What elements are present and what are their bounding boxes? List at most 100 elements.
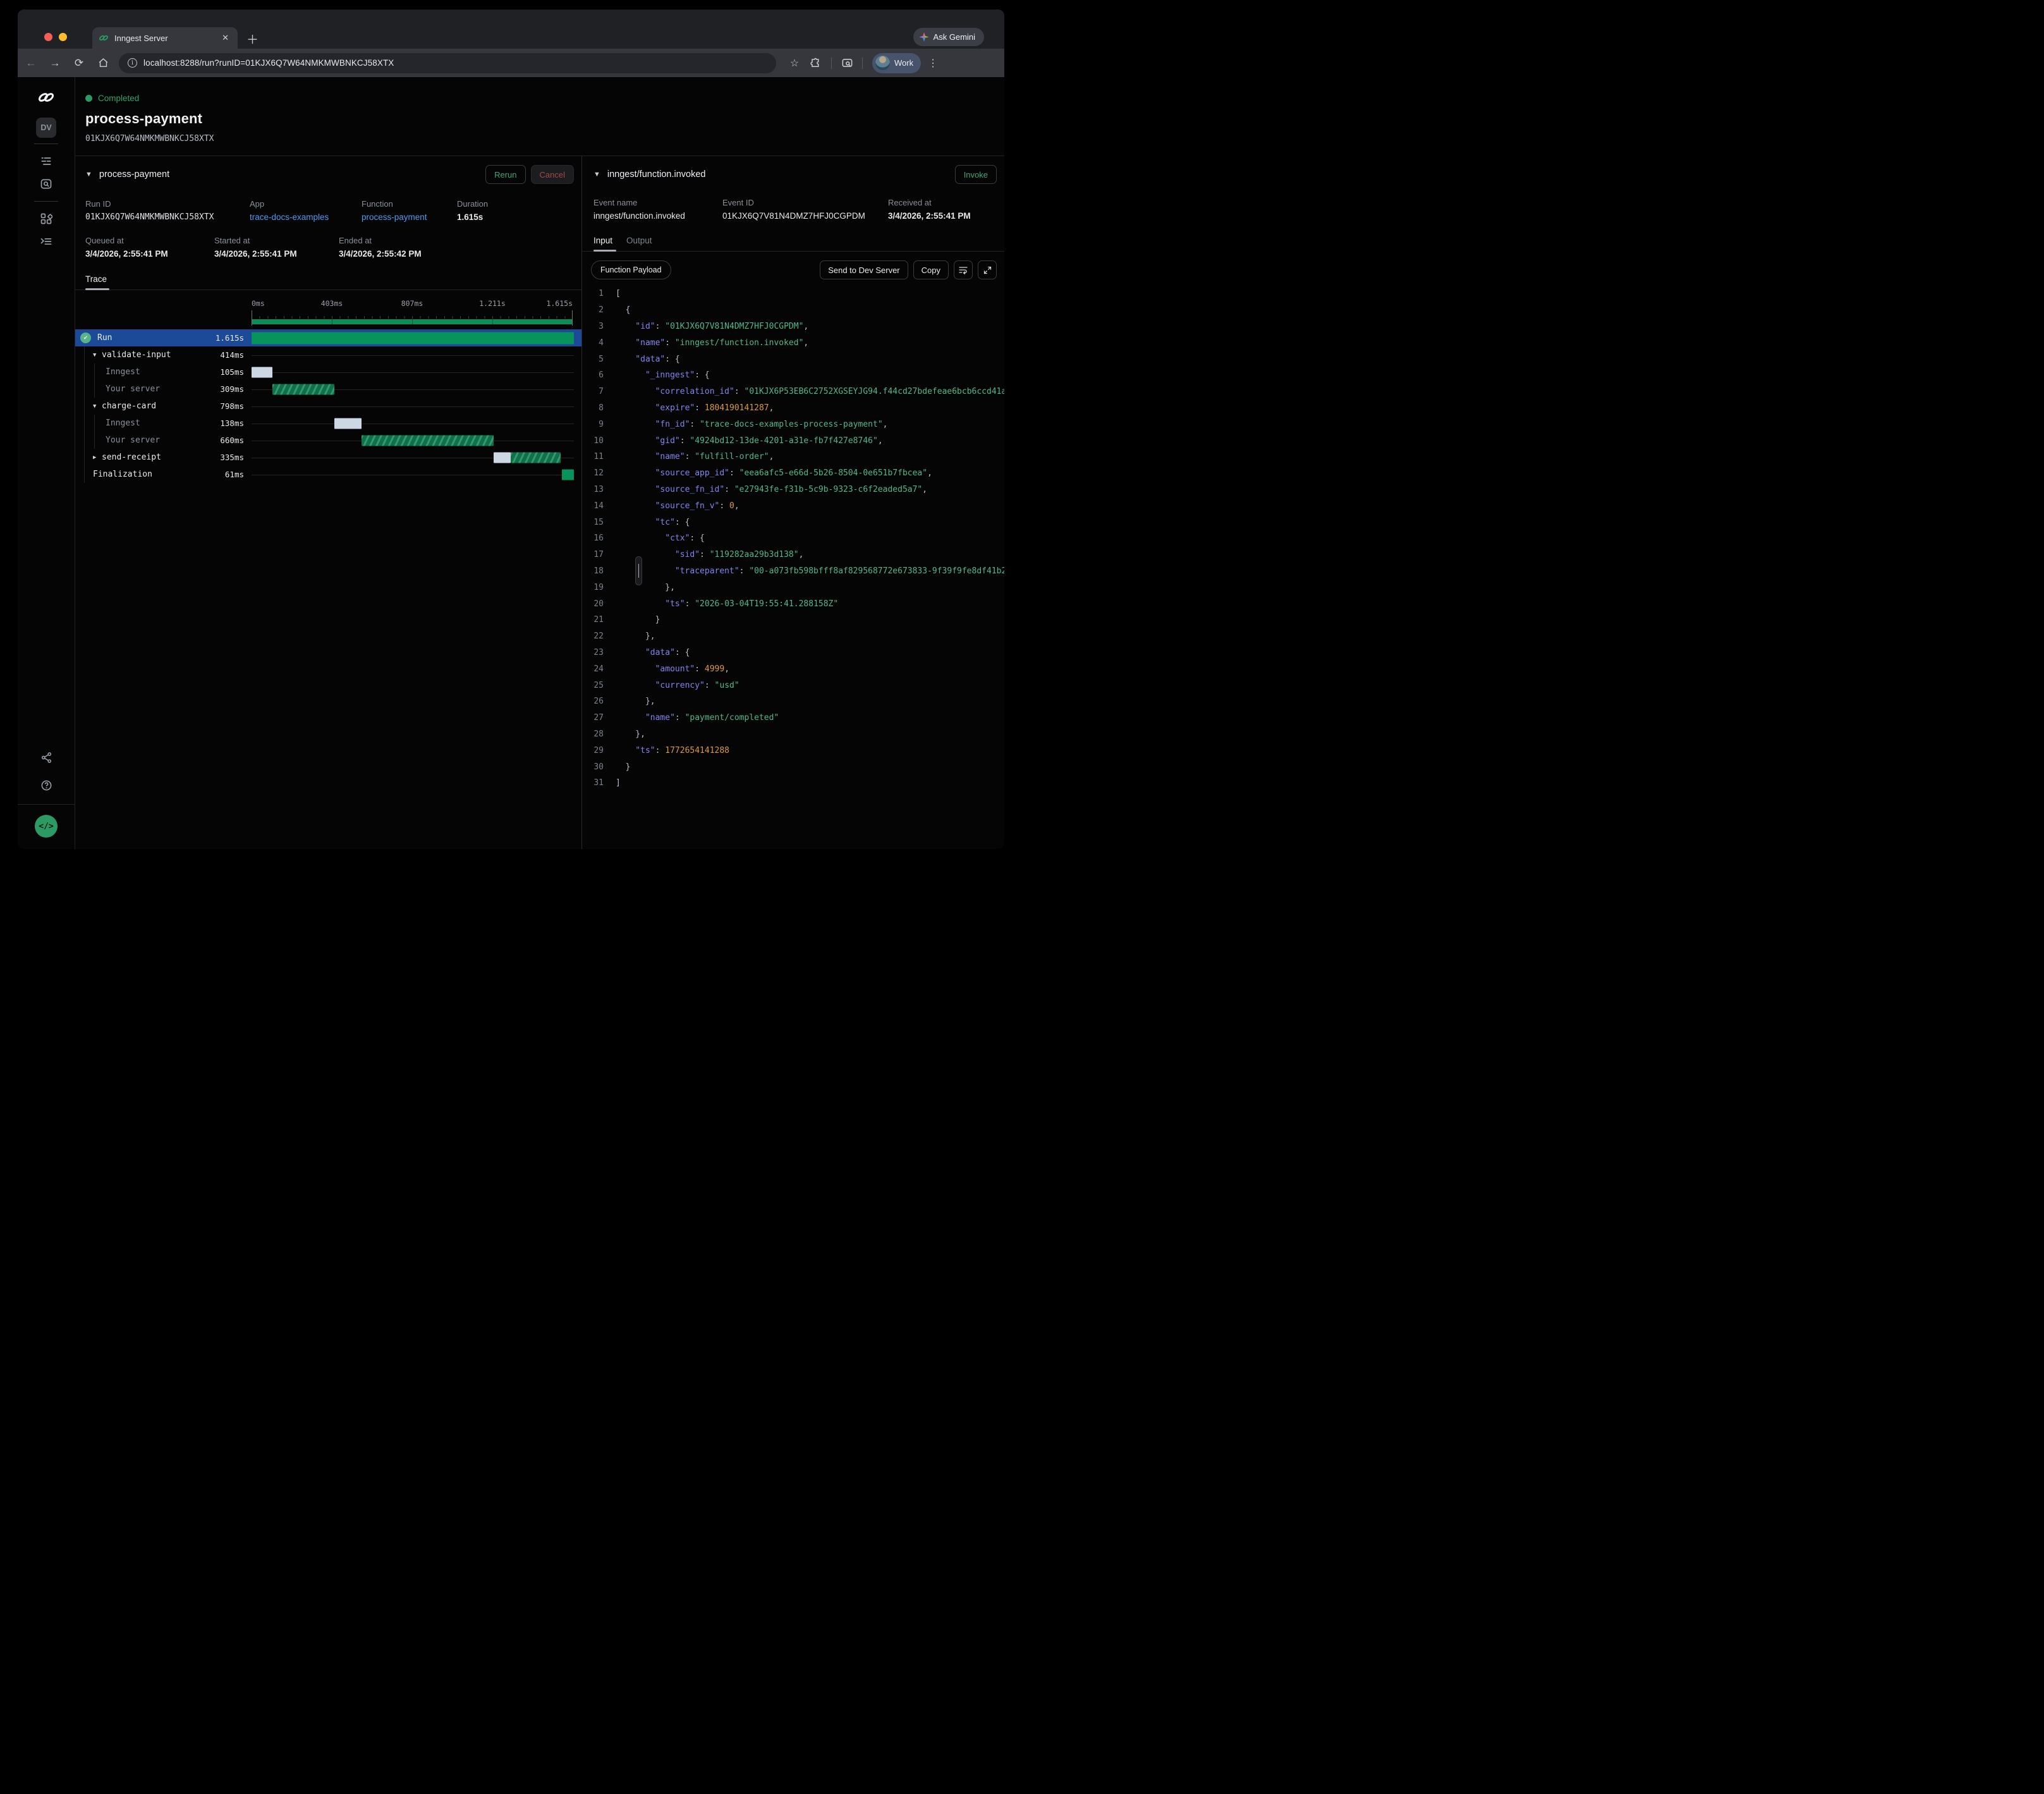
- expand-caret-icon[interactable]: ▶: [93, 455, 102, 461]
- trace-row-send-receipt[interactable]: ▶send-receipt335ms: [75, 449, 581, 466]
- span-duration: 414ms: [211, 350, 244, 360]
- forward-icon[interactable]: →: [44, 52, 66, 74]
- invoke-button[interactable]: Invoke: [955, 165, 997, 184]
- share-icon[interactable]: [35, 746, 58, 769]
- browser-menu-icon[interactable]: ⋮: [923, 54, 942, 73]
- span-name: Inngest: [106, 367, 140, 377]
- trace-row-validate-input[interactable]: ▼validate-input414ms: [75, 346, 581, 363]
- span-name: Your server: [106, 384, 160, 394]
- queue-time-bar[interactable]: [252, 367, 272, 377]
- sidebar-footer-divider: [18, 804, 75, 805]
- queue-time-bar[interactable]: [334, 418, 362, 429]
- code-line: 2{: [582, 302, 1004, 319]
- site-info-icon[interactable]: i: [128, 58, 137, 68]
- back-icon[interactable]: ←: [20, 52, 42, 74]
- queue-time-bar[interactable]: [494, 452, 511, 463]
- line-number: 6: [582, 370, 604, 380]
- trace-row-run[interactable]: ✔Run1.615s: [75, 329, 581, 346]
- line-number: 27: [582, 713, 604, 723]
- line-number: 2: [582, 305, 604, 315]
- run-detail-row-2: Queued at 3/4/2026, 2:55:41 PM Started a…: [75, 236, 581, 259]
- line-number: 13: [582, 485, 604, 494]
- timeline-ruler: 0ms 403ms 807ms 1.211s 1.615s: [75, 299, 581, 328]
- panel-resize-handle[interactable]: [635, 556, 642, 585]
- app-link[interactable]: trace-docs-examples: [250, 212, 362, 222]
- app-badge-dv[interactable]: DV: [36, 118, 56, 138]
- minimize-window-button[interactable]: [59, 33, 67, 41]
- close-window-button[interactable]: [44, 33, 52, 41]
- code-line: 13"source_fn_id": "e27943fe-f31b-5c9b-93…: [582, 482, 1004, 498]
- dev-tools-button[interactable]: </>: [35, 815, 58, 838]
- function-payload-chip[interactable]: Function Payload: [591, 260, 671, 279]
- trace-row-your-server[interactable]: Your server309ms: [75, 381, 581, 398]
- tab-output[interactable]: Output: [626, 236, 652, 251]
- line-number: 30: [582, 762, 604, 772]
- sidebar-item-runs[interactable]: [35, 150, 58, 173]
- rerun-button[interactable]: Rerun: [485, 165, 525, 184]
- toolbar-separator: [831, 58, 832, 69]
- function-link[interactable]: process-payment: [362, 212, 457, 222]
- execution-bar[interactable]: [362, 435, 493, 446]
- execution-bar[interactable]: [562, 469, 574, 480]
- line-number: 22: [582, 632, 604, 641]
- code-line: 17"sid": "119282aa29b3d138",: [582, 547, 1004, 563]
- detail-function: Function process-payment: [362, 199, 457, 222]
- sidebar-item-console[interactable]: [35, 230, 58, 253]
- line-number: 8: [582, 403, 604, 413]
- send-to-dev-server-button[interactable]: Send to Dev Server: [820, 260, 908, 279]
- address-bar[interactable]: i localhost:8288/run?runID=01KJX6Q7W64NM…: [119, 53, 776, 73]
- code-line: 4"name": "inngest/function.invoked",: [582, 334, 1004, 351]
- span-duration: 105ms: [211, 367, 244, 377]
- code-line: 24"amount": 4999,: [582, 661, 1004, 677]
- line-number: 31: [582, 778, 604, 788]
- code-line: 22},: [582, 628, 1004, 645]
- expand-icon[interactable]: [978, 260, 997, 279]
- help-icon[interactable]: [35, 774, 58, 796]
- span-name: Finalization: [93, 470, 152, 479]
- copy-button[interactable]: Copy: [913, 260, 949, 279]
- browser-window: Inngest Server ✕ ＋ Ask Gemini ← → ⟳ i lo…: [18, 9, 1004, 849]
- span-duration: 138ms: [211, 418, 244, 428]
- execution-bar[interactable]: [252, 332, 574, 344]
- json-payload-viewer[interactable]: 1[2{3"id": "01KJX6Q7V81N4DMZ7HFJ0CGPDM",…: [582, 286, 1004, 849]
- browser-tab[interactable]: Inngest Server ✕: [92, 27, 238, 49]
- zoom-window-button[interactable]: [73, 33, 82, 41]
- profile-button[interactable]: Work: [872, 53, 921, 73]
- macos-traffic-lights[interactable]: [44, 33, 82, 41]
- inngest-logo[interactable]: [35, 86, 58, 109]
- sidebar-item-events[interactable]: [35, 173, 58, 195]
- trace-row-your-server[interactable]: Your server660ms: [75, 432, 581, 449]
- sidebar-item-apps[interactable]: [35, 207, 58, 230]
- url-text[interactable]: localhost:8288/run?runID=01KJX6Q7W64NMKM…: [143, 58, 394, 68]
- tab-search-icon[interactable]: [837, 54, 856, 73]
- reload-icon[interactable]: ⟳: [68, 52, 90, 74]
- sidebar-bottom: </>: [18, 746, 75, 849]
- home-icon[interactable]: [92, 52, 114, 74]
- chevron-down-icon[interactable]: ▼: [85, 171, 92, 178]
- collapse-caret-icon[interactable]: ▼: [93, 352, 102, 358]
- tab-close-icon[interactable]: ✕: [219, 33, 231, 43]
- detail-event-name: Event name inngest/function.invoked: [593, 198, 722, 221]
- span-name: Your server: [106, 436, 160, 445]
- trace-row-charge-card[interactable]: ▼charge-card798ms: [75, 398, 581, 415]
- trace-row-inngest[interactable]: Inngest138ms: [75, 415, 581, 432]
- ask-gemini-button[interactable]: Ask Gemini: [913, 28, 984, 46]
- cancel-button[interactable]: Cancel: [531, 165, 574, 184]
- trace-row-finalization[interactable]: Finalization61ms: [75, 466, 581, 483]
- line-number: 26: [582, 697, 604, 706]
- chevron-down-icon[interactable]: ▼: [593, 171, 600, 178]
- tab-input[interactable]: Input: [593, 236, 612, 251]
- profile-label: Work: [894, 58, 913, 68]
- extensions-icon[interactable]: [806, 54, 825, 73]
- execution-bar[interactable]: [511, 452, 561, 463]
- collapse-caret-icon[interactable]: ▼: [93, 403, 102, 410]
- new-tab-button[interactable]: ＋: [246, 30, 259, 47]
- execution-bar[interactable]: [272, 384, 334, 394]
- bookmark-star-icon[interactable]: ☆: [785, 54, 804, 73]
- code-line: 7"correlation_id": "01KJX6P53EB6C2752XGS…: [582, 384, 1004, 400]
- tab-trace[interactable]: Trace: [85, 274, 107, 290]
- line-number: 18: [582, 566, 604, 576]
- line-number: 9: [582, 420, 604, 429]
- word-wrap-icon[interactable]: [954, 260, 973, 279]
- trace-row-inngest[interactable]: Inngest 105ms: [75, 363, 581, 381]
